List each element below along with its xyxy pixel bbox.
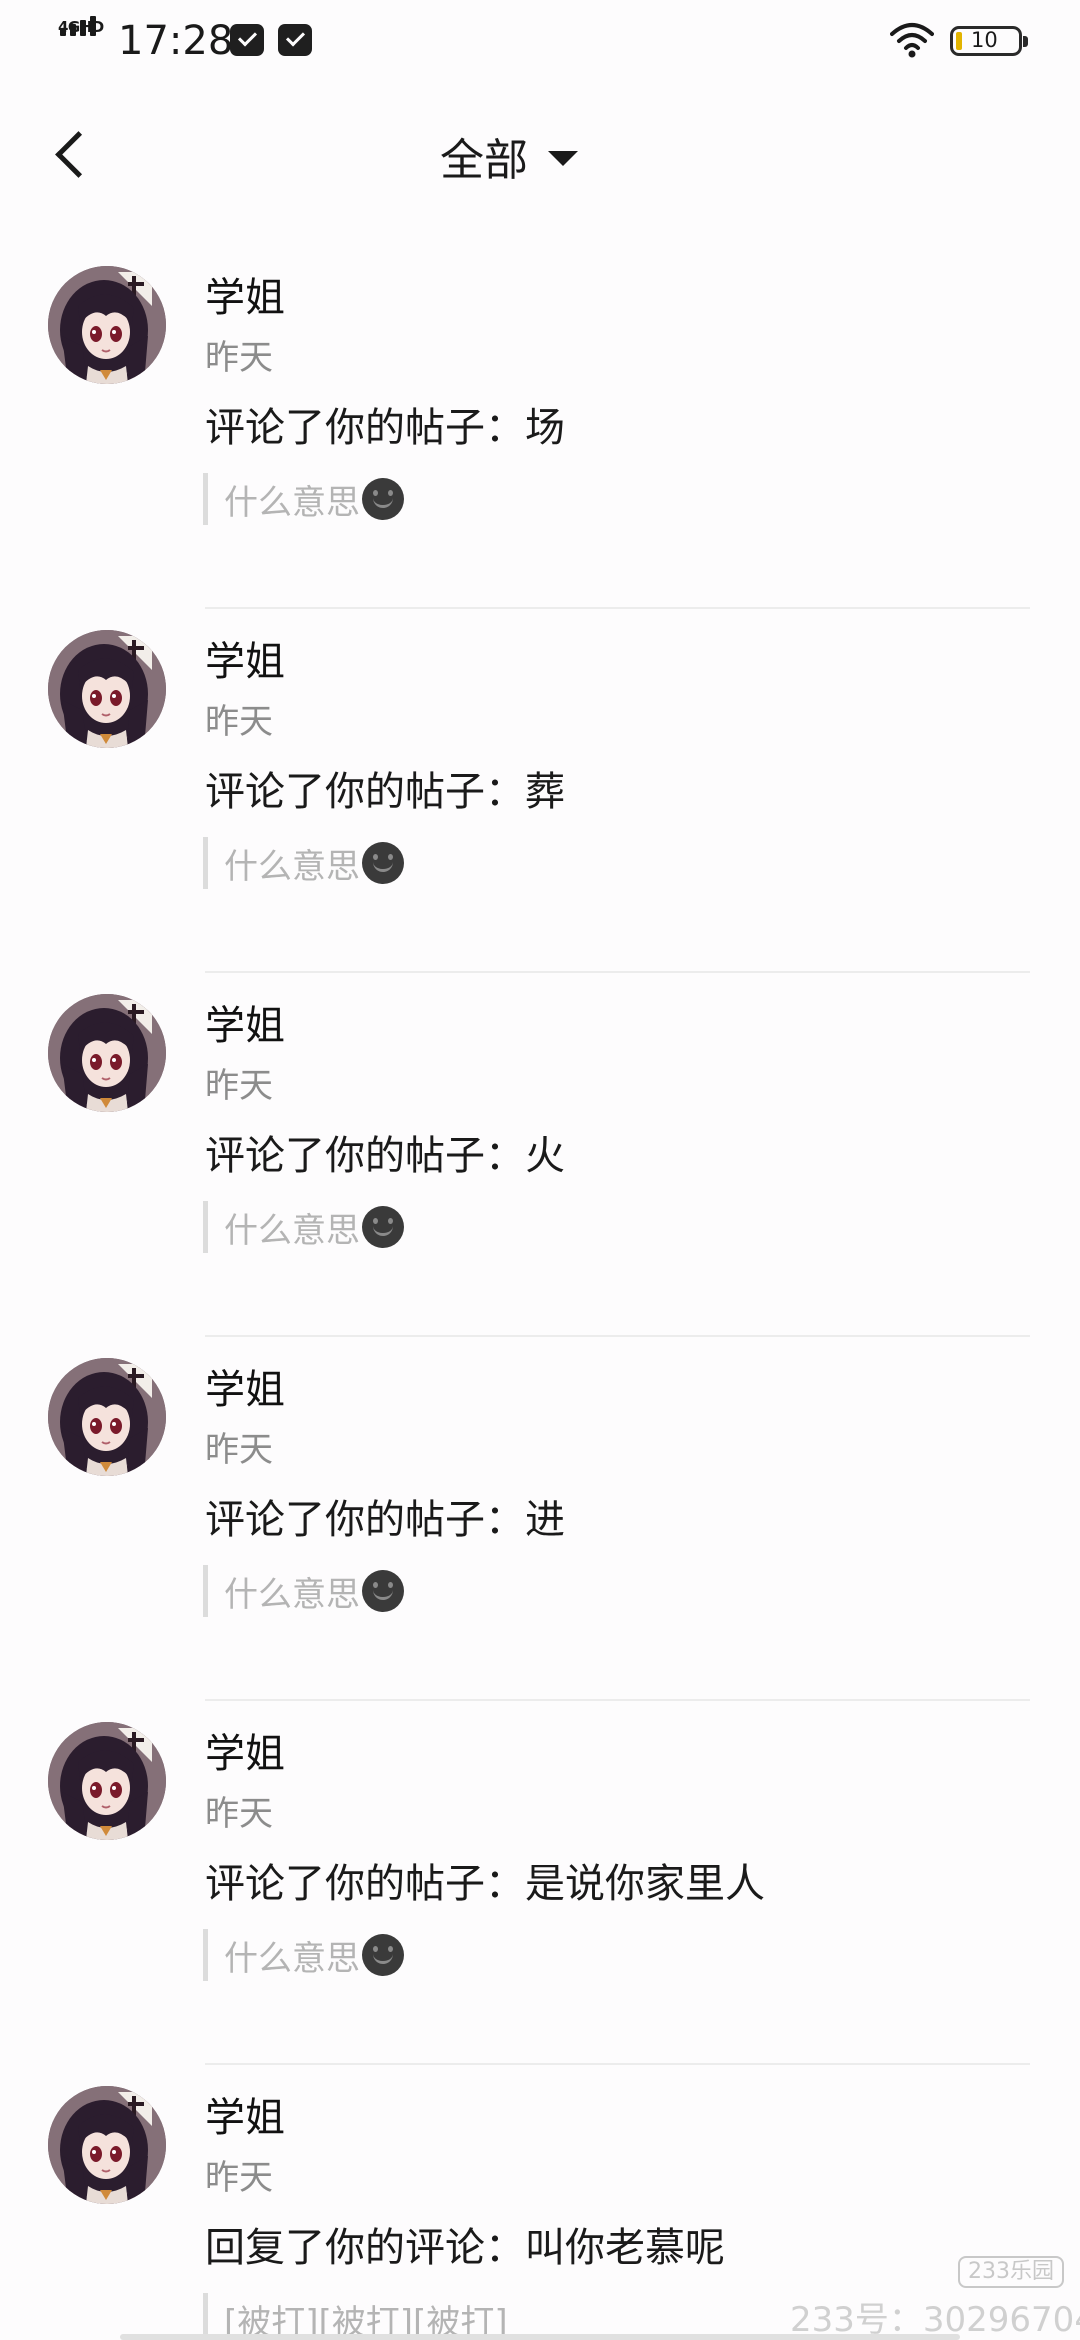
list-item[interactable]: 学姐 昨天 评论了你的帖子：场 什么意思 [0,245,1080,609]
status-time: 17:28 [118,18,234,64]
timestamp: 昨天 [205,338,273,378]
quoted-comment[interactable]: 什么意思 [203,837,404,889]
notification-text: 评论了你的帖子：火 [205,1133,565,1179]
username[interactable]: 学姐 [205,993,285,1051]
timestamp: 昨天 [205,702,273,742]
username[interactable]: 学姐 [205,1357,285,1415]
notification-text: 评论了你的帖子：进 [205,1497,565,1543]
smile-emoji-icon [362,1570,404,1612]
watermark-logo: 233乐园 [958,2256,1064,2288]
avatar[interactable] [48,630,166,748]
home-indicator [120,2334,960,2340]
quoted-comment-text: 什么意思 [224,1938,360,1979]
username[interactable]: 学姐 [205,265,285,323]
quoted-comment-text: 什么意思 [224,482,360,523]
avatar-illustration [48,266,166,384]
timestamp: 昨天 [205,1066,273,1106]
notification-text: 评论了你的帖子：是说你家里人 [205,1861,765,1907]
avatar[interactable] [48,1358,166,1476]
list-item[interactable]: 学姐 昨天 评论了你的帖子：是说你家里人 什么意思 [0,1701,1080,2065]
notification-text: 评论了你的帖子：葬 [205,769,565,815]
notification-list: 学姐 昨天 评论了你的帖子：场 什么意思 学姐 昨天 评论了你的帖子：葬 什么意… [0,245,1080,2340]
timestamp: 昨天 [205,1794,273,1834]
quoted-comment[interactable]: 什么意思 [203,473,404,525]
list-item[interactable]: 学姐 昨天 评论了你的帖子：葬 什么意思 [0,609,1080,973]
username[interactable]: 学姐 [205,629,285,687]
status-bar: 4GHD 17:28 10 [0,0,1080,86]
cellular-signal-icon: 4GHD [58,16,106,60]
wifi-icon [890,23,934,58]
quoted-comment[interactable]: 什么意思 [203,1565,404,1617]
quoted-comment-text: 什么意思 [224,1574,360,1615]
avatar[interactable] [48,2086,166,2204]
caret-down-icon [548,150,578,166]
quoted-comment[interactable]: [被打][被打][被打] [203,2293,508,2340]
filter-dropdown[interactable]: 全部 [440,124,640,188]
avatar-illustration [48,994,166,1112]
quoted-comment[interactable]: 什么意思 [203,1201,404,1253]
quoted-comment-text: 什么意思 [224,846,360,887]
watermark-id: 233号：302967043 [790,2300,1080,2340]
avatar[interactable] [48,994,166,1112]
list-item[interactable]: 学姐 昨天 评论了你的帖子：进 什么意思 [0,1337,1080,1701]
notification-icon [278,24,312,56]
avatar[interactable] [48,1722,166,1840]
avatar-illustration [48,1722,166,1840]
smile-emoji-icon [362,1934,404,1976]
timestamp: 昨天 [205,2158,273,2198]
list-item[interactable]: 学姐 昨天 评论了你的帖子：火 什么意思 [0,973,1080,1337]
avatar[interactable] [48,266,166,384]
notification-text: 评论了你的帖子：场 [205,405,565,451]
notification-icon [230,24,264,56]
screen: 4GHD 17:28 10 全部 [0,0,1080,2340]
battery-level: 10 [971,28,998,52]
avatar-illustration [48,1358,166,1476]
back-button[interactable] [48,122,108,188]
battery-icon: 10 [950,26,1028,56]
quoted-comment[interactable]: 什么意思 [203,1929,404,1981]
avatar-illustration [48,2086,166,2204]
smile-emoji-icon [362,842,404,884]
smile-emoji-icon [362,478,404,520]
avatar-illustration [48,630,166,748]
username[interactable]: 学姐 [205,2085,285,2143]
timestamp: 昨天 [205,1430,273,1470]
quoted-comment-text: 什么意思 [224,1210,360,1251]
smile-emoji-icon [362,1206,404,1248]
nav-bar: 全部 [0,100,1080,212]
username[interactable]: 学姐 [205,1721,285,1779]
notification-text: 回复了你的评论：叫你老慕呢 [205,2225,725,2271]
page-title: 全部 [440,135,528,186]
